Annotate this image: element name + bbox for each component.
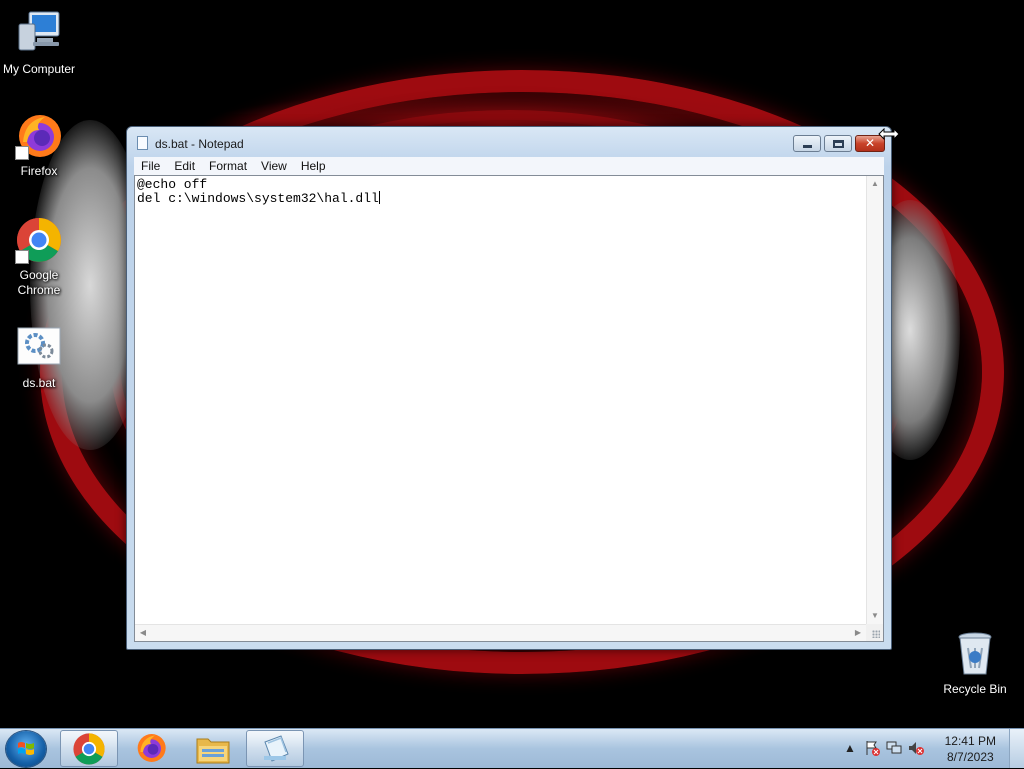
desktop-icon-label: Recycle Bin [943, 682, 1007, 696]
clock-time: 12:41 PM [944, 734, 996, 748]
editor-line-2: del c:\windows\system32\hal.dll [137, 191, 866, 205]
editor-line-2-text: del c:\windows\system32\hal.dll [137, 191, 379, 206]
menu-help[interactable]: Help [294, 159, 333, 173]
taskbar-explorer-button[interactable] [184, 730, 242, 767]
notepad-icon [137, 136, 148, 150]
batch-file-icon [15, 324, 63, 372]
notepad-icon [264, 735, 289, 762]
desktop-icon-label: ds.bat [22, 376, 56, 390]
scroll-left-icon[interactable]: ◀ [135, 625, 151, 641]
resize-cursor-icon [878, 128, 900, 140]
text-editor[interactable]: @echo off del c:\windows\system32\hal.dll… [134, 175, 884, 642]
window-titlebar[interactable]: ds.bat - Notepad ✕ [127, 127, 891, 157]
shortcut-arrow-icon [15, 250, 29, 264]
horizontal-scrollbar[interactable]: ◀ ▶ [135, 624, 866, 641]
action-center-icon[interactable] [864, 740, 880, 756]
desktop-icon-label: Google Chrome [17, 268, 61, 297]
windows-logo-icon [18, 742, 34, 755]
system-tray: ▲ 12:41 PM 8/7/2023 [834, 729, 1024, 769]
volume-muted-icon[interactable] [908, 740, 924, 756]
minimize-button[interactable] [793, 135, 821, 152]
desktop-icon-label: Firefox [20, 164, 58, 178]
scroll-down-icon[interactable]: ▼ [867, 608, 883, 624]
scroll-up-icon[interactable]: ▲ [867, 176, 883, 192]
start-button[interactable] [6, 731, 46, 767]
desktop-icon-label: My Computer [2, 62, 76, 76]
desktop-icon-firefox[interactable]: Firefox [0, 112, 78, 179]
vertical-scrollbar[interactable]: ▲ ▼ [866, 176, 883, 624]
desktop-icon-google-chrome[interactable]: Google Chrome [0, 216, 78, 298]
maximize-button[interactable] [824, 135, 852, 152]
firefox-icon [137, 734, 166, 762]
menu-edit[interactable]: Edit [167, 159, 202, 173]
text-caret [378, 191, 380, 204]
recycle-bin-icon [951, 630, 999, 678]
clock[interactable]: 12:41 PM 8/7/2023 [945, 733, 996, 765]
caption-buttons: ✕ [790, 135, 885, 153]
desktop-icon-my-computer[interactable]: My Computer [0, 10, 78, 77]
resize-grip[interactable] [866, 624, 883, 641]
notepad-window[interactable]: ds.bat - Notepad ✕ File Edit Format View… [126, 126, 892, 650]
network-icon[interactable] [886, 740, 902, 756]
taskbar-chrome-button[interactable] [60, 730, 118, 767]
maximize-icon [833, 140, 844, 148]
editor-line-1: @echo off [137, 177, 208, 192]
window-title: ds.bat - Notepad [155, 137, 244, 151]
desktop-icon-ds-bat[interactable]: ds.bat [0, 324, 78, 391]
menu-view[interactable]: View [254, 159, 294, 173]
taskbar-notepad-button[interactable] [246, 730, 304, 767]
folder-icon [196, 738, 230, 764]
scroll-right-icon[interactable]: ▶ [850, 625, 866, 641]
firefox-icon [15, 112, 63, 160]
menu-format[interactable]: Format [202, 159, 254, 173]
minimize-icon [803, 145, 812, 148]
chrome-icon [73, 733, 105, 765]
show-desktop-button[interactable] [1009, 729, 1024, 768]
taskbar-firefox-button[interactable] [122, 730, 180, 767]
taskbar: ▲ 12:41 PM 8/7/2023 [0, 728, 1024, 768]
menu-file[interactable]: File [134, 159, 167, 173]
close-icon: ✕ [864, 136, 876, 150]
show-hidden-icons[interactable]: ▲ [842, 740, 858, 756]
computer-icon [15, 10, 63, 58]
desktop-icon-recycle-bin[interactable]: Recycle Bin [936, 630, 1014, 697]
clock-date: 8/7/2023 [946, 750, 994, 764]
chrome-icon [15, 216, 63, 264]
editor-text-area[interactable]: @echo off del c:\windows\system32\hal.dll [137, 178, 866, 624]
menu-bar: File Edit Format View Help [134, 157, 884, 175]
shortcut-arrow-icon [15, 146, 29, 160]
